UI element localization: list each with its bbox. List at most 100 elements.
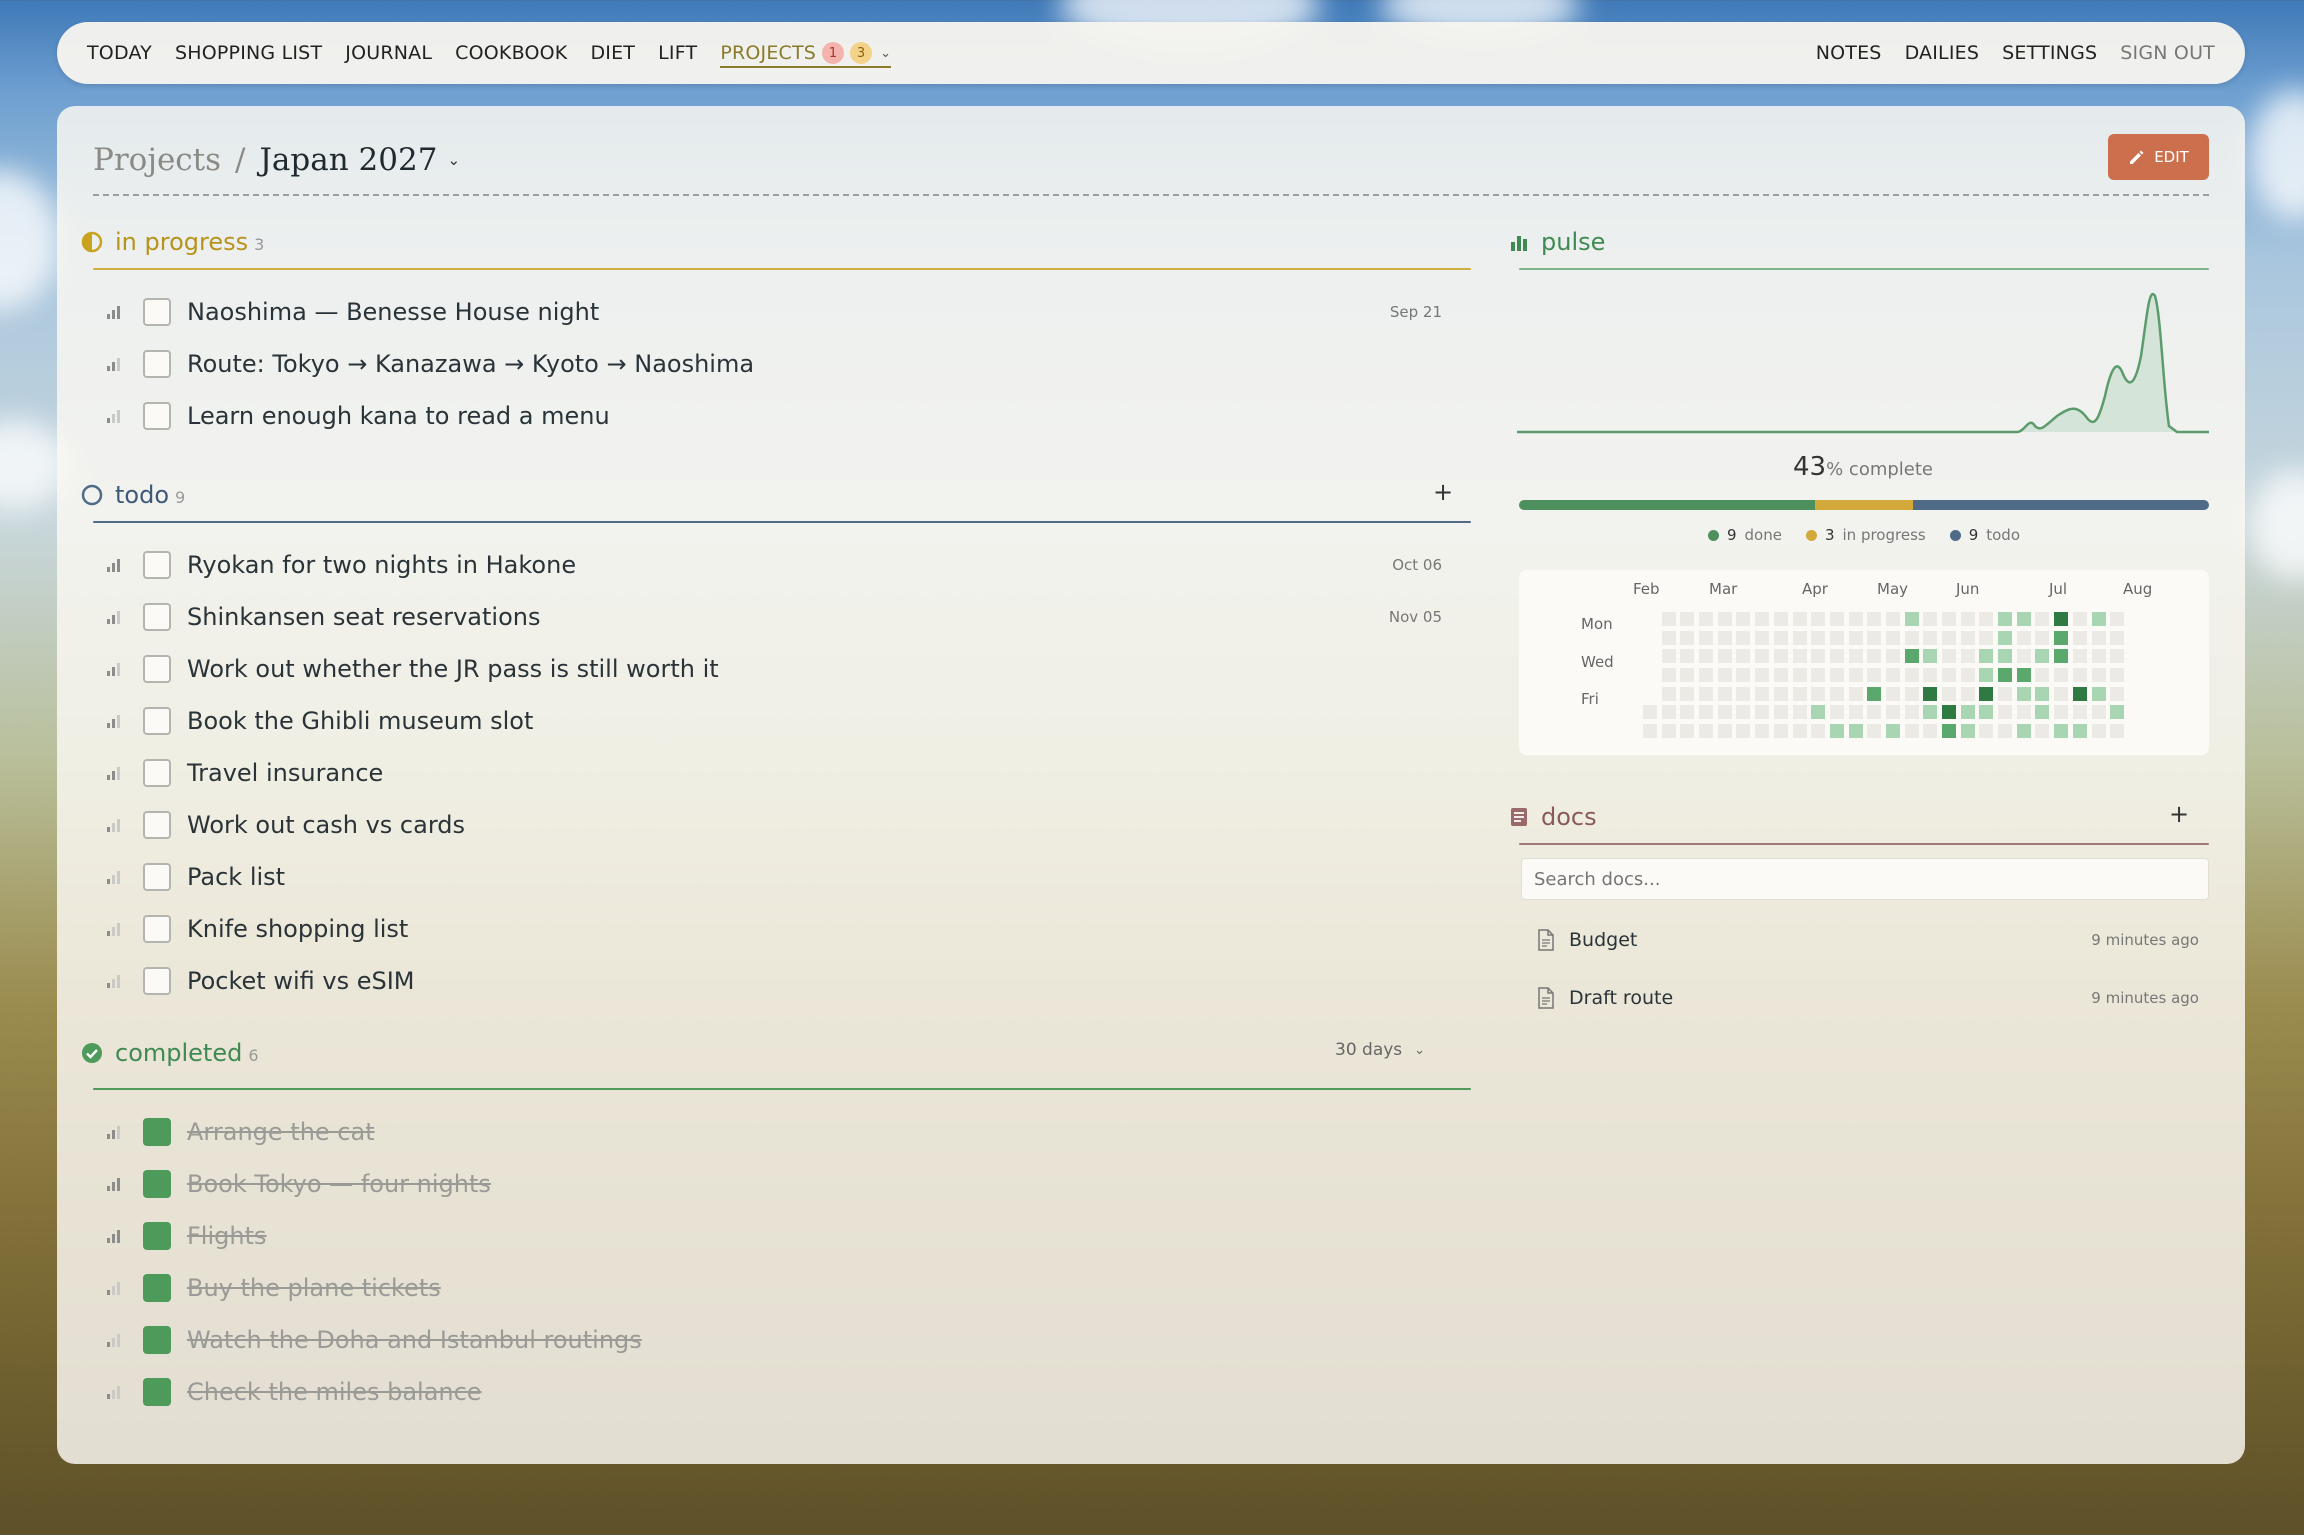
heatmap-cell — [1773, 724, 1788, 739]
priority-bars-icon[interactable] — [107, 974, 125, 988]
doc-timestamp: 9 minutes ago — [2091, 931, 2199, 949]
todo-header[interactable]: todo 9 — [81, 473, 185, 517]
task-row[interactable]: Shinkansen seat reservations Nov 05 — [107, 597, 1507, 637]
nav-today[interactable]: TODAY — [87, 42, 152, 64]
priority-bars-icon[interactable] — [107, 922, 125, 936]
priority-bars-icon[interactable] — [107, 1125, 125, 1139]
priority-bars-icon[interactable] — [107, 558, 125, 572]
priority-bars-icon[interactable] — [107, 610, 125, 624]
task-checkbox[interactable] — [143, 655, 171, 683]
task-row[interactable]: Book Tokyo — four nights — [107, 1164, 1507, 1204]
chevron-down-icon: ⌄ — [1414, 1042, 1426, 1058]
heatmap-cell — [1904, 705, 1919, 720]
task-checkbox[interactable] — [143, 551, 171, 579]
priority-bars-icon[interactable] — [107, 409, 125, 423]
priority-bars-icon[interactable] — [107, 357, 125, 371]
task-row[interactable]: Buy the plane tickets — [107, 1268, 1507, 1308]
task-checkbox[interactable] — [143, 1326, 171, 1354]
progress-in-progress-segment — [1814, 500, 1914, 510]
task-row[interactable]: Knife shopping list — [107, 909, 1507, 949]
task-row[interactable]: Learn enough kana to read a menu — [107, 396, 1507, 436]
in-progress-header[interactable]: in progress 3 — [81, 220, 264, 264]
nav-journal[interactable]: JOURNAL — [345, 42, 432, 64]
heatmap-cell — [1680, 686, 1695, 701]
task-row[interactable]: Arrange the cat — [107, 1112, 1507, 1152]
task-row[interactable]: Check the miles balance — [107, 1372, 1507, 1412]
completed-header[interactable]: completed 6 — [81, 1031, 259, 1075]
priority-bars-icon[interactable] — [107, 305, 125, 319]
heatmap-cell — [2035, 724, 2050, 739]
task-checkbox[interactable] — [143, 1222, 171, 1250]
priority-bars-icon[interactable] — [107, 818, 125, 832]
heatmap-cell — [1792, 724, 1807, 739]
task-checkbox[interactable] — [143, 1170, 171, 1198]
priority-bars-icon[interactable] — [107, 1385, 125, 1399]
priority-bars-icon[interactable] — [107, 1333, 125, 1347]
doc-item[interactable]: Draft route 9 minutes ago — [1537, 978, 2199, 1018]
priority-bars-icon[interactable] — [107, 1229, 125, 1243]
nav-projects-label: PROJECTS — [720, 42, 817, 64]
task-row[interactable]: Ryokan for two nights in Hakone Oct 06 — [107, 545, 1507, 585]
task-checkbox[interactable] — [143, 707, 171, 735]
heatmap-cell — [1867, 724, 1882, 739]
nav-dailies[interactable]: DAILIES — [1905, 42, 1980, 64]
nav-lift[interactable]: LIFT — [658, 42, 697, 64]
task-checkbox[interactable] — [143, 1118, 171, 1146]
breadcrumb-current-project[interactable]: Japan 2027 — [259, 142, 437, 178]
nav-cookbook[interactable]: COOKBOOK — [455, 42, 567, 64]
priority-bars-icon[interactable] — [107, 714, 125, 728]
priority-bars-icon[interactable] — [107, 870, 125, 884]
task-row[interactable]: Flights — [107, 1216, 1507, 1256]
priority-bars-icon[interactable] — [107, 1281, 125, 1295]
heatmap-cell — [1829, 668, 1844, 683]
add-todo-button[interactable]: + — [1433, 478, 1453, 506]
half-circle-icon — [81, 231, 103, 253]
task-checkbox[interactable] — [143, 811, 171, 839]
priority-bars-icon[interactable] — [107, 1177, 125, 1191]
task-checkbox[interactable] — [143, 1378, 171, 1406]
nav-notes[interactable]: NOTES — [1816, 42, 1882, 64]
nav-shopping-list[interactable]: SHOPPING LIST — [175, 42, 322, 64]
heatmap-cell — [1811, 612, 1826, 626]
nav-projects[interactable]: PROJECTS 1 3 ⌄ — [720, 42, 892, 68]
task-row[interactable]: Book the Ghibli museum slot — [107, 701, 1507, 741]
breadcrumb-projects[interactable]: Projects — [93, 142, 221, 178]
edit-button[interactable]: EDIT — [2108, 134, 2209, 180]
task-row[interactable]: Watch the Doha and Istanbul routings — [107, 1320, 1507, 1360]
nav-diet[interactable]: DIET — [590, 42, 635, 64]
priority-bars-icon[interactable] — [107, 766, 125, 780]
priority-bars-icon[interactable] — [107, 662, 125, 676]
task-checkbox[interactable] — [143, 298, 171, 326]
task-checkbox[interactable] — [143, 915, 171, 943]
progress-bar — [1519, 500, 2209, 510]
task-row[interactable]: Route: Tokyo → Kanazawa → Kyoto → Naoshi… — [107, 344, 1507, 384]
task-checkbox[interactable] — [143, 350, 171, 378]
task-label: Work out whether the JR pass is still wo… — [187, 655, 719, 683]
nav-settings[interactable]: SETTINGS — [2002, 42, 2097, 64]
task-row[interactable]: Naoshima — Benesse House night Sep 21 — [107, 292, 1507, 332]
task-checkbox[interactable] — [143, 863, 171, 891]
heatmap-cell — [1792, 686, 1807, 701]
task-row[interactable]: Work out whether the JR pass is still wo… — [107, 649, 1507, 689]
doc-item[interactable]: Budget 9 minutes ago — [1537, 920, 2199, 960]
project-switcher-chevron-icon[interactable]: ⌄ — [447, 151, 460, 169]
task-row[interactable]: Pack list — [107, 857, 1507, 897]
completed-range-select[interactable]: 30 days ⌄ — [1335, 1040, 1425, 1060]
search-docs-input[interactable] — [1521, 858, 2209, 900]
task-checkbox[interactable] — [143, 402, 171, 430]
heatmap-cell — [2035, 705, 2050, 720]
legend-done-label: done — [1744, 526, 1782, 544]
nav-sign-out[interactable]: SIGN OUT — [2120, 42, 2215, 64]
task-checkbox[interactable] — [143, 967, 171, 995]
task-checkbox[interactable] — [143, 603, 171, 631]
heatmap-cell — [2016, 724, 2031, 739]
add-doc-button[interactable]: + — [2169, 800, 2189, 828]
heatmap-cell — [1773, 630, 1788, 645]
task-row[interactable]: Pocket wifi vs eSIM — [107, 961, 1507, 1001]
task-row[interactable]: Work out cash vs cards — [107, 805, 1507, 845]
task-row[interactable]: Travel insurance — [107, 753, 1507, 793]
task-checkbox[interactable] — [143, 1274, 171, 1302]
heatmap-cell — [1699, 724, 1714, 739]
task-checkbox[interactable] — [143, 759, 171, 787]
chevron-down-icon[interactable]: ⌄ — [880, 46, 891, 61]
